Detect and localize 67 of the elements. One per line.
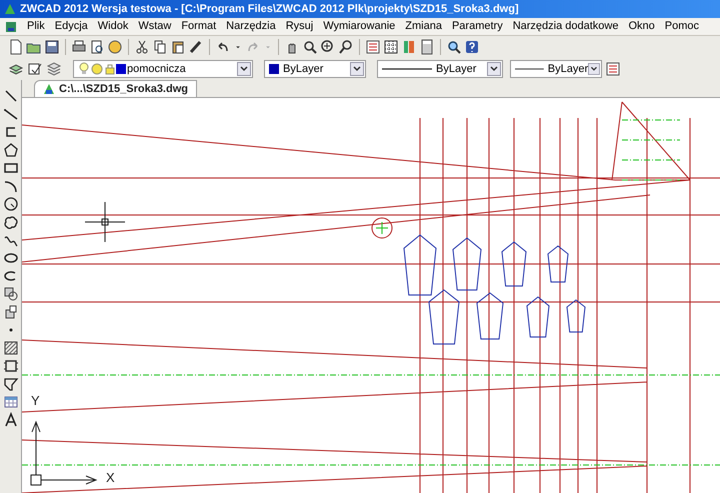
caret-icon[interactable] — [237, 62, 251, 76]
table-icon[interactable] — [2, 394, 18, 410]
grid-icon[interactable] — [383, 39, 399, 55]
properties-icon[interactable] — [605, 61, 621, 77]
region-icon[interactable] — [2, 358, 18, 374]
layer-color-swatch-icon — [116, 64, 126, 74]
menu-item[interactable]: Format — [176, 18, 222, 35]
menu-item[interactable]: Zmiana — [400, 18, 447, 35]
help-icon[interactable] — [464, 39, 480, 55]
paste-icon[interactable] — [170, 39, 186, 55]
drawing-file-icon — [43, 83, 55, 95]
file-tab[interactable]: C:\...\SZD15_Sroka3.dwg — [34, 80, 197, 97]
menu-item[interactable]: Plik — [22, 18, 50, 35]
app-logo-icon — [4, 3, 16, 15]
layers-icon[interactable] — [46, 61, 62, 77]
caret-icon[interactable] — [588, 62, 600, 76]
text-icon[interactable] — [2, 412, 18, 428]
scissors-icon[interactable] — [134, 39, 150, 55]
x-axis-label: X — [106, 470, 115, 485]
zoom-icon[interactable] — [302, 39, 318, 55]
pentagon-icon[interactable] — [2, 142, 18, 158]
dropdown[interactable]: ByLayer — [264, 60, 366, 78]
menu-item[interactable]: Okno — [624, 18, 660, 35]
snap-marker — [372, 218, 392, 238]
wipeout-icon[interactable] — [2, 376, 18, 392]
caret-icon[interactable] — [487, 62, 501, 76]
print-preview-icon[interactable] — [89, 39, 105, 55]
properties-icon[interactable] — [365, 39, 381, 55]
y-axis-label: Y — [31, 393, 40, 408]
line-sample-icon — [515, 67, 544, 71]
lock-icon — [104, 62, 116, 76]
caret-icon[interactable] — [350, 62, 364, 76]
search-icon[interactable] — [446, 39, 462, 55]
drawing-canvas[interactable]: X Y — [22, 98, 720, 493]
menu-item[interactable]: Edycja — [50, 18, 93, 35]
dropdown[interactable]: ByLayer — [377, 60, 503, 78]
menu-item[interactable]: Narzędzia dodatkowe — [508, 18, 624, 35]
dropdown[interactable]: ByLayer — [510, 60, 602, 78]
insert-block-icon[interactable] — [2, 304, 18, 320]
menu-item[interactable]: Widok — [92, 18, 134, 35]
zoom-previous-icon[interactable] — [338, 39, 354, 55]
sun-icon — [90, 62, 104, 76]
copy-icon[interactable] — [152, 39, 168, 55]
line-icon[interactable] — [2, 88, 18, 104]
menu-item[interactable]: Narzędzia — [221, 18, 281, 35]
menu-item[interactable]: Wstaw — [133, 18, 176, 35]
dropdown[interactable]: pomocnicza — [73, 60, 253, 78]
layer-state-icon[interactable] — [27, 61, 43, 77]
cloud-icon[interactable] — [2, 214, 18, 230]
ucs-axis-icon — [30, 420, 98, 486]
circle-icon[interactable] — [2, 196, 18, 212]
hatch-icon[interactable] — [2, 340, 18, 356]
document-icon — [4, 20, 18, 34]
brush-icon[interactable] — [188, 39, 204, 55]
color-swatch-icon — [269, 64, 279, 74]
light-bulb-icon — [78, 62, 90, 76]
window-title: ZWCAD 2012 Wersja testowa - [C:\Program Files\ZWCAD 2012 Plk\projekty\SZD15_Sroka3.dwg] — [20, 2, 519, 17]
new-file-icon[interactable] — [8, 39, 24, 55]
menu-item[interactable]: Pomoc — [660, 18, 704, 35]
menu-item[interactable]: Wymiarowanie — [318, 18, 400, 35]
line-icon[interactable] — [2, 106, 18, 122]
save-icon[interactable] — [44, 39, 60, 55]
crosshair-cursor — [84, 202, 126, 242]
line-sample-icon — [382, 67, 432, 71]
menu-item[interactable]: Rysuj — [280, 18, 318, 35]
block-icon[interactable] — [2, 286, 18, 302]
menu-item[interactable]: Parametry — [446, 18, 508, 35]
